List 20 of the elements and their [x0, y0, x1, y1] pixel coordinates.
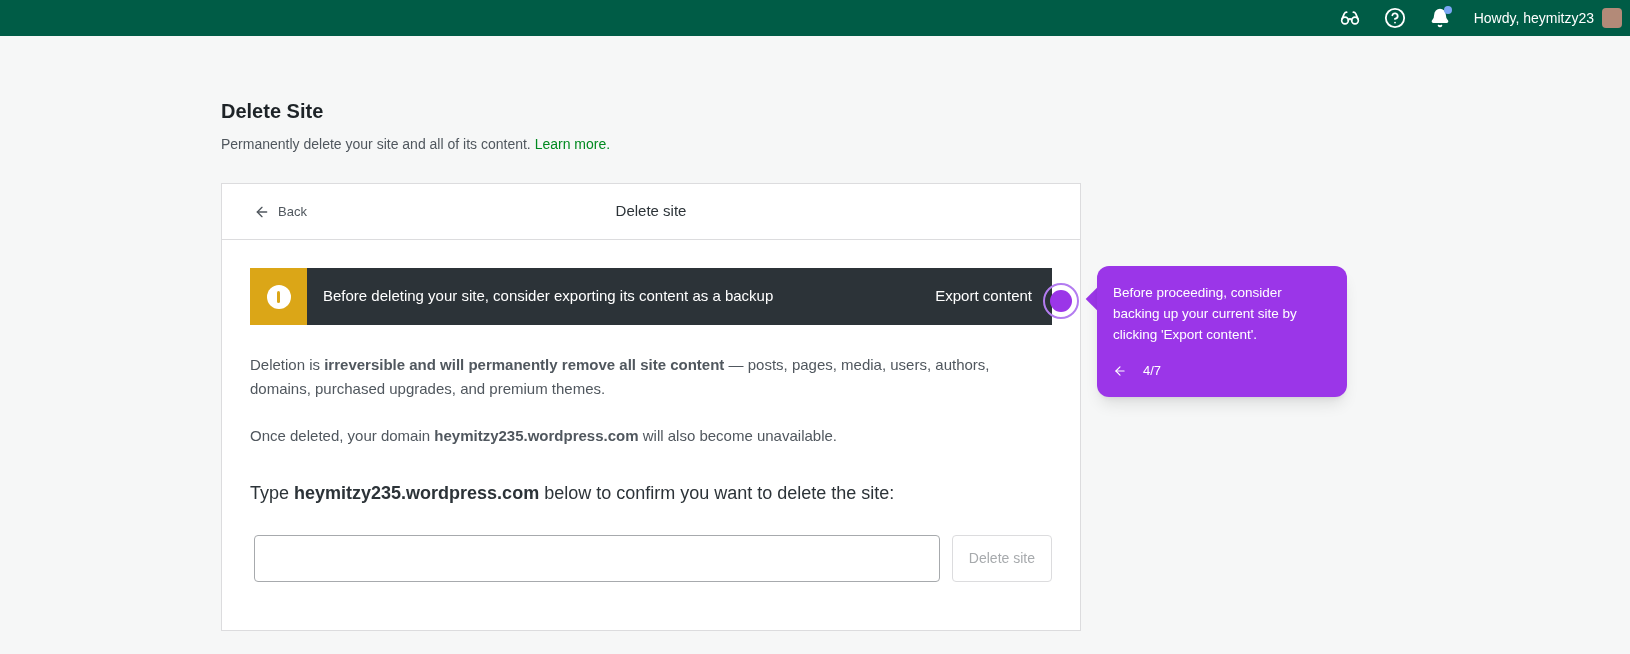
confirm-label: Type heymitzy235.wordpress.com below to confirm you want to delete the site: — [250, 481, 896, 505]
confirm-input-field[interactable] — [254, 534, 940, 582]
warning-icon — [266, 284, 291, 309]
help-icon[interactable] — [1383, 7, 1406, 29]
greeting-link[interactable]: Howdy, heymitzy23 — [1473, 7, 1594, 29]
tour-hotspot[interactable] — [1043, 283, 1079, 319]
deletion-warning: Deletion is irreversible and will permanently remove all site content — posts, pages, media, users, authors, domains, purchased upgrades, and premium themes. — [250, 355, 991, 399]
notice-text: Before deleting your site, consider exporting its content as a backup — [323, 286, 775, 307]
page-title: Delete Site — [221, 99, 325, 124]
tooltip-text: Before proceeding, consider backing up your current site by clicking 'Export content'. — [1113, 284, 1298, 344]
previous-step-icon[interactable] — [1113, 363, 1127, 378]
card-title: Delete site — [615, 201, 687, 222]
notifications-button[interactable] — [1429, 8, 1450, 28]
learn-more-link[interactable]: Learn more. — [534, 136, 611, 152]
step-counter: 4/7 — [1143, 362, 1162, 380]
page-subtitle: Permanently delete your site and all of its content. Learn more. — [221, 135, 612, 154]
domain-notice: Once deleted, your domain heymitzy235.wordpress.com will also become unavailable. — [250, 426, 838, 446]
back-button[interactable]: Back — [254, 201, 307, 222]
glasses-icon[interactable] — [1339, 8, 1360, 28]
export-content-link[interactable]: Export content — [935, 285, 1032, 308]
